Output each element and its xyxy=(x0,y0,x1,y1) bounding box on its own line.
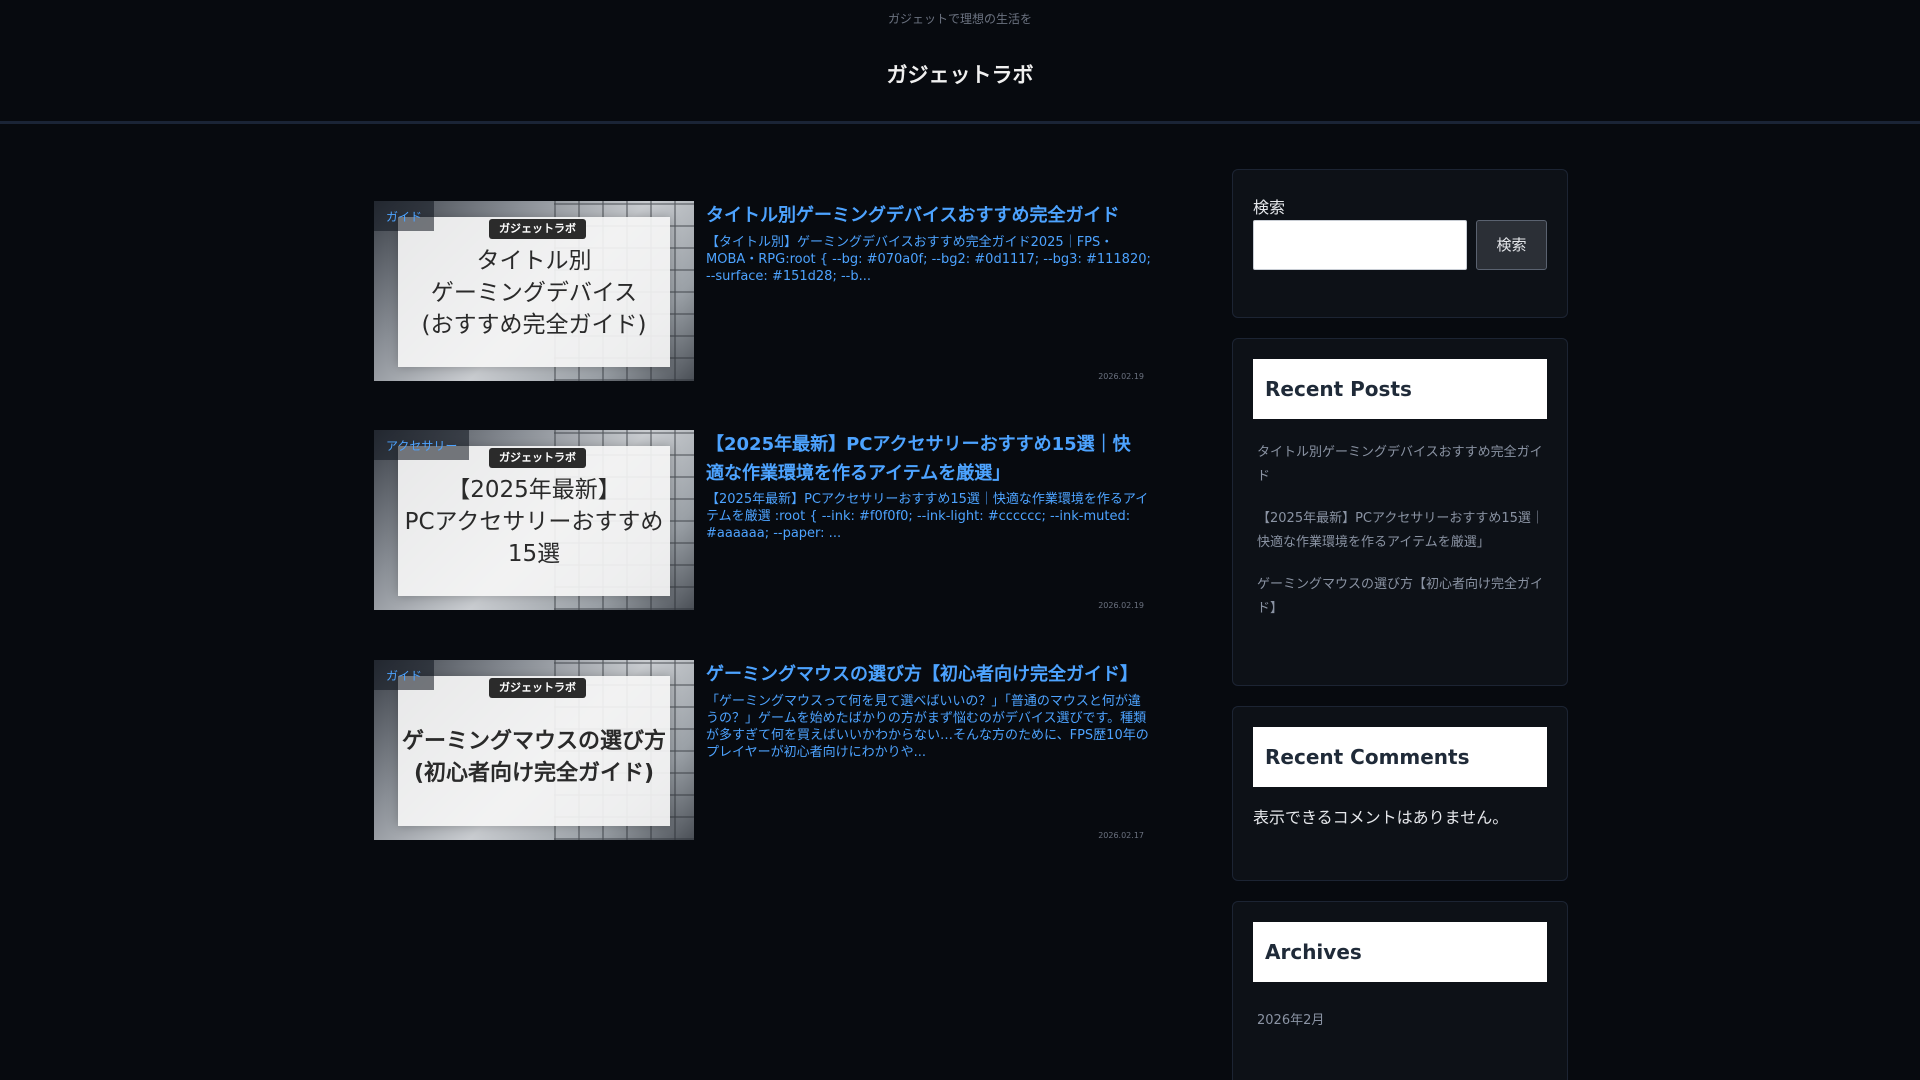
post-date: 2026.02.17 xyxy=(1098,831,1144,840)
thumbnail-brand: ガジェットラボ xyxy=(489,678,586,698)
category-label[interactable]: ガイド xyxy=(374,660,435,690)
site-header: ガジェットで理想の生活を ガジェットラボ xyxy=(0,0,1920,124)
archives-heading: Archives xyxy=(1253,922,1547,982)
recent-post-link[interactable]: タイトル別ゲーミングデバイスおすすめ完全ガイド xyxy=(1257,441,1547,489)
post-thumbnail[interactable]: ガジェットラボ ゲーミングマウスの選び方 (初心者向け完全ガイド) ガイド xyxy=(374,660,694,840)
search-widget: 検索 検索 xyxy=(1232,169,1568,318)
archives-widget: Archives 2026年2月 xyxy=(1232,901,1568,1080)
post-date: 2026.02.19 xyxy=(1098,372,1144,381)
search-button[interactable]: 検索 xyxy=(1476,220,1547,270)
post-card: ガジェットラボ タイトル別 ゲーミングデバイス (おすすめ完全ガイド) ガイド … xyxy=(374,201,1152,381)
thumbnail-text: 【2025年最新】 PCアクセサリーおすすめ 15選 xyxy=(404,477,664,567)
site-tagline: ガジェットで理想の生活を xyxy=(887,12,1032,26)
recent-posts-heading: Recent Posts xyxy=(1253,359,1547,419)
post-date: 2026.02.19 xyxy=(1098,601,1144,610)
post-excerpt[interactable]: 【2025年最新】PCアクセサリーおすすめ15選｜快適な作業環境を作るアイテムを… xyxy=(706,491,1152,542)
post-card: ガジェットラボ 【2025年最新】 PCアクセサリーおすすめ 15選 アクセサリ… xyxy=(374,430,1150,610)
recent-posts-widget: Recent Posts タイトル別ゲーミングデバイスおすすめ完全ガイド 【20… xyxy=(1232,338,1568,686)
recent-post-link[interactable]: ゲーミングマウスの選び方【初心者向け完全ガイド】 xyxy=(1257,573,1547,621)
search-label: 検索 xyxy=(1253,198,1286,217)
thumbnail-text: ゲーミングマウスの選び方 (初心者向け完全ガイド) xyxy=(401,729,666,786)
recent-comments-heading: Recent Comments xyxy=(1253,727,1547,787)
archive-link[interactable]: 2026年2月 xyxy=(1257,1009,1324,1028)
post-title[interactable]: 【2025年最新】PCアクセサリーおすすめ15選｜快適な作業環境を作るアイテムを… xyxy=(706,430,1146,488)
search-input[interactable] xyxy=(1253,220,1467,270)
post-card: ガジェットラボ ゲーミングマウスの選び方 (初心者向け完全ガイド) ガイド ゲー… xyxy=(374,660,1150,840)
thumbnail-brand: ガジェットラボ xyxy=(489,219,586,239)
post-title[interactable]: ゲーミングマウスの選び方【初心者向け完全ガイド】 xyxy=(706,660,1146,689)
recent-post-link[interactable]: 【2025年最新】PCアクセサリーおすすめ15選｜快適な作業環境を作るアイテムを… xyxy=(1257,507,1547,555)
post-title[interactable]: タイトル別ゲーミングデバイスおすすめ完全ガイド xyxy=(706,201,1146,230)
recent-comments-widget: Recent Comments 表示できるコメントはありません。 xyxy=(1232,706,1568,881)
site-title[interactable]: ガジェットラボ xyxy=(0,59,1920,89)
post-thumbnail[interactable]: ガジェットラボ 【2025年最新】 PCアクセサリーおすすめ 15選 アクセサリ… xyxy=(374,430,694,610)
no-comments-text: 表示できるコメントはありません。 xyxy=(1253,808,1509,827)
post-excerpt[interactable]: 「ゲーミングマウスって何を見て選べばいいの？」「普通のマウスと何が違うの？」ゲー… xyxy=(706,693,1152,761)
post-thumbnail[interactable]: ガジェットラボ タイトル別 ゲーミングデバイス (おすすめ完全ガイド) ガイド xyxy=(374,201,694,381)
category-label[interactable]: ガイド xyxy=(374,201,435,231)
recent-posts-list: タイトル別ゲーミングデバイスおすすめ完全ガイド 【2025年最新】PCアクセサリ… xyxy=(1257,441,1547,639)
category-label[interactable]: アクセサリー xyxy=(374,430,470,460)
post-excerpt[interactable]: 【タイトル別】ゲーミングデバイスおすすめ完全ガイド2025｜FPS・MOBA・R… xyxy=(706,234,1152,285)
thumbnail-brand: ガジェットラボ xyxy=(489,448,586,468)
thumbnail-text: タイトル別 ゲーミングデバイス (おすすめ完全ガイド) xyxy=(421,248,647,338)
